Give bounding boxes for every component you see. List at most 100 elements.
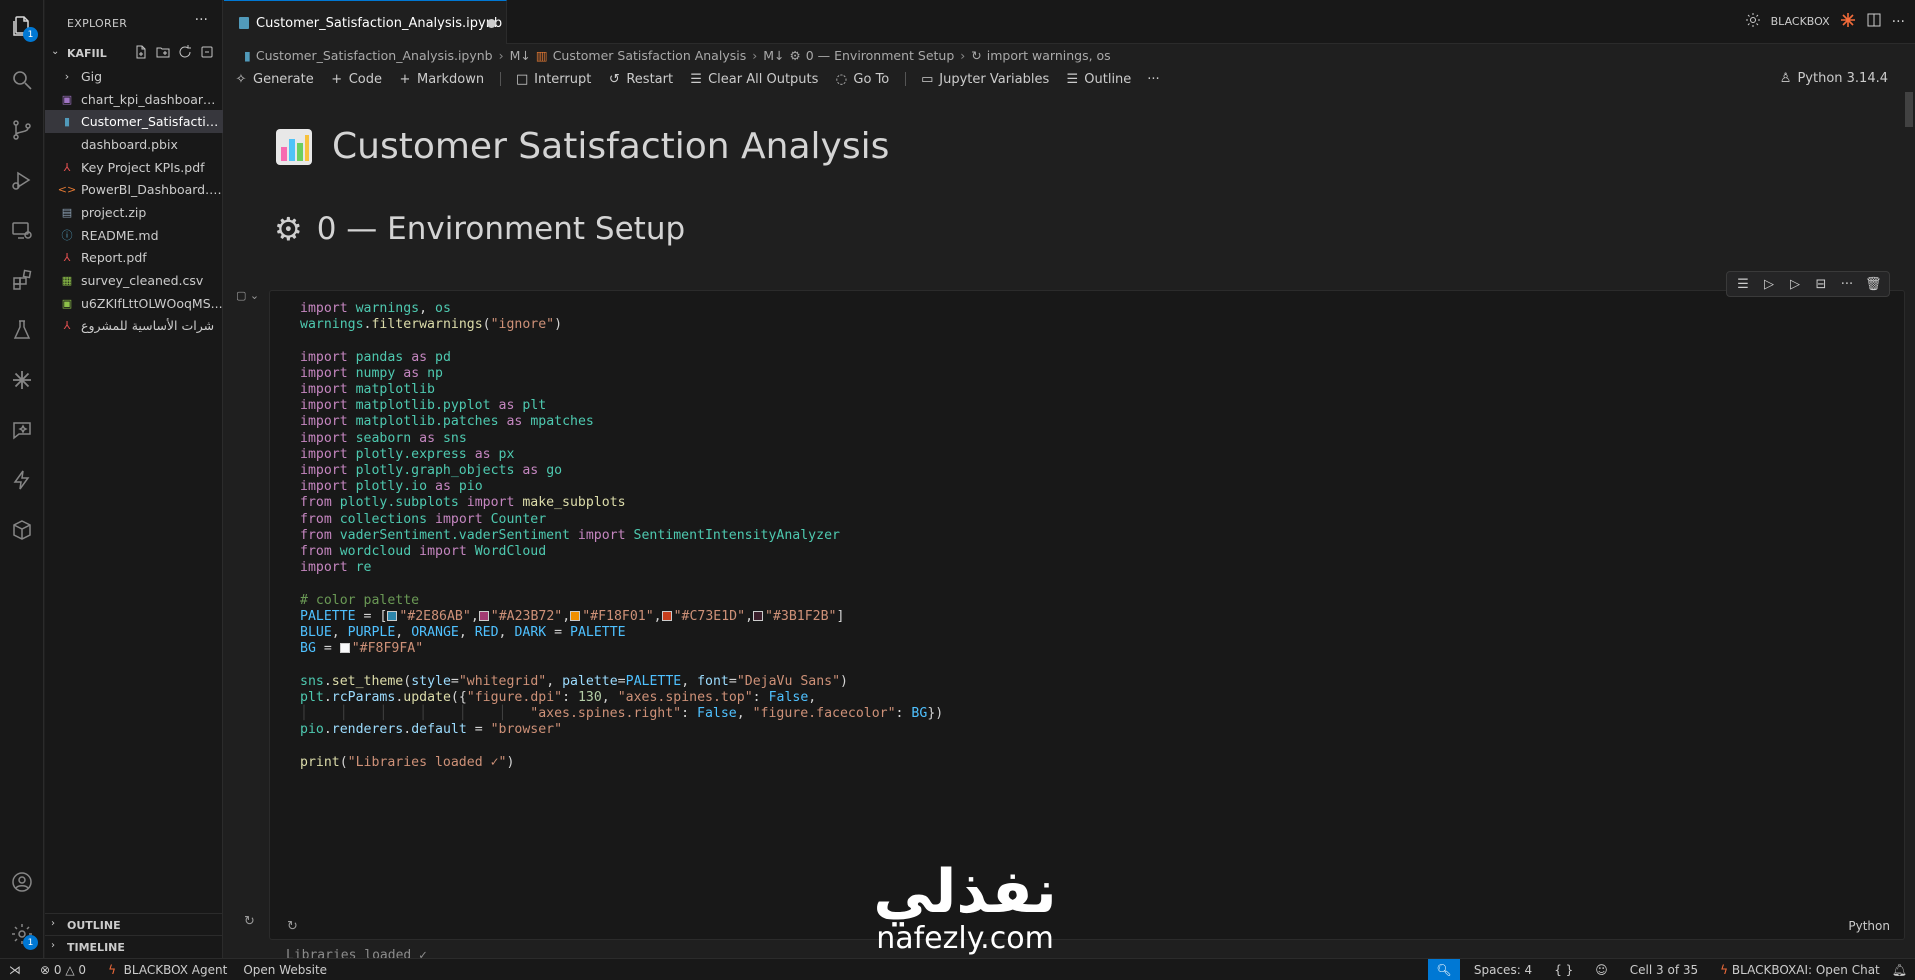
output-status-icon: ↻	[244, 914, 255, 929]
more-actions-icon[interactable]: ···	[195, 12, 208, 28]
explorer-badge: 1	[23, 27, 38, 42]
problems-indicator[interactable]: ⊗ 0 △ 0	[40, 963, 86, 977]
section-title: 0 — Environment Setup	[316, 211, 686, 247]
testing-icon[interactable]	[8, 316, 36, 344]
tree-item-key-kpis-pdf[interactable]: ⅄ Key Project KPIs.pdf	[45, 156, 223, 179]
language-braces[interactable]: { }	[1554, 963, 1573, 977]
tree-item-label: Key Project KPIs.pdf	[81, 159, 205, 175]
activity-bar: 1 1	[0, 0, 44, 958]
more-actions-icon[interactable]: ···	[1147, 72, 1159, 87]
settings-badge: 1	[23, 935, 38, 950]
execute-below-icon[interactable]: ▷	[1787, 277, 1803, 292]
tab-bar: Customer_Satisfaction_Analysis.ipynb BLA…	[224, 0, 1915, 44]
lightning-icon[interactable]	[8, 466, 36, 494]
new-folder-icon[interactable]	[155, 44, 171, 60]
blackbox-spark-icon[interactable]	[1840, 12, 1856, 31]
blackbox-chat-button[interactable]: ϟ BLACKBOXAI: Open Chat	[1720, 963, 1880, 977]
tree-item-chart-kpi[interactable]: ▣ chart_kpi_dashboard.p...	[45, 88, 223, 111]
tree-item-powerbi-html[interactable]: <> PowerBI_Dashboard.ht...	[45, 178, 223, 201]
tree-item-label: survey_cleaned.csv	[81, 273, 204, 289]
execute-above-icon[interactable]: ▷	[1761, 277, 1777, 292]
pdf-file-icon: ⅄	[63, 319, 71, 333]
tree-item-readme[interactable]: ⓘ README.md	[45, 224, 223, 247]
markdown-marker: M↓	[763, 47, 785, 63]
blackbox-label[interactable]: BLACKBOX	[1771, 15, 1830, 28]
tree-item-project-zip[interactable]: ▤ project.zip	[45, 201, 223, 224]
editor-scrollbar[interactable]	[1901, 92, 1915, 958]
remote-explorer-icon[interactable]	[8, 216, 36, 244]
tree-item-report-pdf[interactable]: ⅄ Report.pdf	[45, 247, 223, 270]
extensions-icon[interactable]	[8, 266, 36, 294]
unsaved-dot-icon[interactable]	[487, 19, 496, 28]
chat-icon[interactable]	[8, 416, 36, 444]
tree-item-survey-csv[interactable]: ▦ survey_cleaned.csv	[45, 269, 223, 292]
tree-item-customer-satisfaction[interactable]: ▮ Customer_Satisfaction...	[45, 110, 223, 134]
cell-language[interactable]: Python	[1848, 919, 1890, 933]
lightning-icon: ϟ	[1720, 963, 1729, 977]
generate-button[interactable]: ✧ Generate	[234, 72, 314, 87]
settings-gear-icon[interactable]: 1	[8, 920, 38, 950]
interrupt-label: Interrupt	[534, 71, 592, 87]
tab-notebook[interactable]: Customer_Satisfaction_Analysis.ipynb	[224, 0, 507, 44]
tree-item-dashboard-pbix[interactable]: dashboard.pbix	[45, 133, 223, 156]
settings-gear-icon[interactable]	[1745, 12, 1761, 31]
python-icon: ♙	[1779, 71, 1792, 86]
package-icon[interactable]	[8, 516, 36, 544]
zip-file-icon: ▤	[61, 205, 73, 219]
spaces-indicator[interactable]: Spaces: 4	[1474, 963, 1532, 977]
split-editor-icon[interactable]	[1866, 12, 1882, 31]
scrollbar-thumb[interactable]	[1905, 92, 1913, 127]
refresh-icon[interactable]	[177, 44, 193, 60]
restart-button[interactable]: ↺ Restart	[607, 72, 673, 87]
remote-indicator-icon[interactable]: ⋊	[0, 959, 30, 980]
goto-button[interactable]: ◌ Go To	[834, 72, 890, 87]
outline-button[interactable]: ☰ Outline	[1065, 72, 1131, 87]
explorer-icon[interactable]: 1	[8, 12, 38, 42]
kernel-picker[interactable]: ♙ Python 3.14.4	[1780, 71, 1888, 86]
more-actions-icon[interactable]: ···	[1839, 277, 1855, 292]
tree-item-gig[interactable]: › Gig	[45, 65, 223, 88]
tree-item-arabic-pdf[interactable]: ⅄ شرات الأساسية للمشروع	[45, 315, 223, 338]
breadcrumb-section-3[interactable]: import warnings, os	[987, 48, 1111, 63]
add-markdown-button[interactable]: + Markdown	[398, 71, 485, 87]
breadcrumb-file[interactable]: Customer_Satisfaction_Analysis.ipynb	[256, 48, 493, 63]
zoom-icon[interactable]: 🔍︎	[1427, 959, 1460, 980]
breadcrumb-section-1[interactable]: Customer Satisfaction Analysis	[553, 48, 747, 63]
interrupt-button[interactable]: □ Interrupt	[515, 72, 591, 87]
outline-section[interactable]: › OUTLINE	[45, 913, 223, 935]
blackbox-agent-button[interactable]: ϟ BLACKBOX Agent	[108, 963, 227, 977]
notifications-icon[interactable]: 🔔︎	[1892, 963, 1907, 977]
workspace-folder[interactable]: ⌄ KAFIIL	[45, 44, 223, 64]
tree-item-label: u6ZKIfLttOLWOoqMS...	[81, 295, 223, 311]
add-code-button[interactable]: + Code	[330, 72, 382, 87]
split-cell-icon[interactable]: ⊟	[1813, 277, 1829, 292]
error-count: 0	[53, 963, 62, 977]
blackbox-icon[interactable]	[8, 366, 36, 394]
timeline-section[interactable]: › TIMELINE	[45, 935, 223, 957]
open-website-label: Open Website	[243, 963, 328, 977]
markdown-heading-1[interactable]: Customer Satisfaction Analysis	[274, 126, 889, 167]
delete-cell-icon[interactable]: 🗑	[1865, 277, 1882, 292]
clear-outputs-button[interactable]: ☰ Clear All Outputs	[689, 72, 818, 87]
code-editor[interactable]: import warnings, os warnings.filterwarni…	[300, 301, 943, 771]
watermark-arabic: نفذلي	[873, 857, 1057, 927]
cell-indicator[interactable]: Cell 3 of 35	[1630, 963, 1698, 977]
source-control-icon[interactable]	[8, 116, 36, 144]
run-by-line-icon[interactable]: ☰	[1735, 277, 1751, 292]
breadcrumb-section-2[interactable]: 0 — Environment Setup	[806, 48, 955, 63]
more-actions-icon[interactable]: ···	[1892, 14, 1905, 30]
markdown-label: Markdown	[417, 71, 485, 87]
code-cell[interactable]: ☰ ▷ ▷ ⊟ ··· 🗑 import warnings, os warnin…	[269, 271, 1905, 940]
open-website-button[interactable]: Open Website	[243, 963, 327, 977]
blackbox-chat-label: BLACKBOXAI: Open Chat	[1731, 963, 1880, 977]
jupyter-variables-button[interactable]: ▭ Jupyter Variables	[920, 72, 1049, 87]
markdown-heading-2[interactable]: ⚙ 0 — Environment Setup	[274, 210, 685, 248]
search-icon[interactable]	[8, 66, 36, 94]
new-file-icon[interactable]	[133, 44, 149, 60]
account-icon[interactable]	[8, 868, 36, 896]
run-debug-icon[interactable]	[8, 166, 36, 194]
tree-item-excel[interactable]: ▣ u6ZKIfLttOLWOoqMS...	[45, 292, 223, 315]
collapse-all-icon[interactable]	[199, 44, 215, 60]
cell-status-icon[interactable]: ▢ ⌄	[236, 289, 259, 302]
copilot-icon[interactable]: ☺	[1595, 963, 1608, 977]
